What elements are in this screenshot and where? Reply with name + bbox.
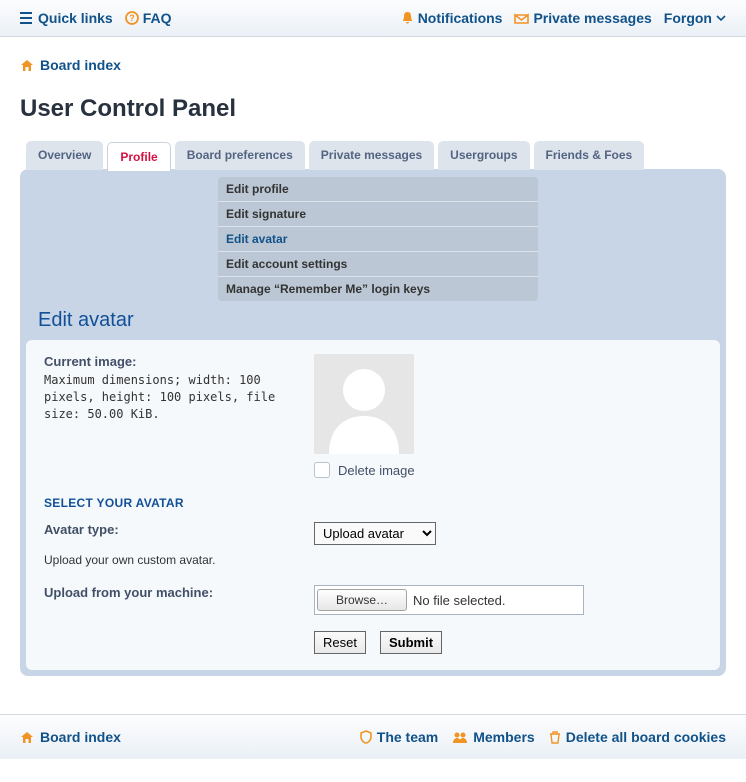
avatar-type-controlcol: Upload avatar bbox=[314, 522, 702, 545]
delete-cookies-link[interactable]: Delete all board cookies bbox=[549, 729, 726, 745]
current-image-labelcol: Current image: Maximum dimensions; width… bbox=[44, 354, 314, 478]
question-icon: ? bbox=[125, 11, 139, 25]
faq-label: FAQ bbox=[143, 10, 172, 26]
caret-down-icon bbox=[716, 15, 726, 21]
tab-profile[interactable]: Profile bbox=[107, 142, 170, 171]
faq-link[interactable]: ? FAQ bbox=[125, 10, 172, 26]
subnav-edit-avatar[interactable]: Edit avatar bbox=[218, 227, 538, 252]
upload-row: Upload from your machine: Browse… No fil… bbox=[44, 585, 702, 615]
subnav-edit-account[interactable]: Edit account settings bbox=[218, 252, 538, 277]
avatar-type-row: Avatar type: Upload avatar bbox=[44, 522, 702, 545]
breadcrumb[interactable]: Board index bbox=[20, 57, 726, 73]
current-image-label: Current image: bbox=[44, 354, 314, 369]
bell-icon bbox=[401, 11, 414, 25]
form-buttons: Reset Submit bbox=[314, 631, 702, 654]
top-navbar: Quick links ? FAQ Notifications Private … bbox=[0, 0, 746, 37]
select-avatar-header: SELECT YOUR AVATAR bbox=[44, 496, 702, 510]
delete-image-label: Delete image bbox=[338, 463, 415, 478]
profile-subnav: Edit profile Edit signature Edit avatar … bbox=[218, 177, 538, 301]
username-label: Forgon bbox=[664, 10, 712, 26]
page-title: User Control Panel bbox=[20, 95, 726, 123]
svg-text:?: ? bbox=[129, 13, 135, 23]
upload-controlcol: Browse… No file selected. bbox=[314, 585, 702, 615]
footer-breadcrumb-label: Board index bbox=[40, 729, 121, 745]
subnav-remember-me[interactable]: Manage “Remember Me” login keys bbox=[218, 277, 538, 301]
shield-icon bbox=[360, 730, 372, 744]
reset-button[interactable]: Reset bbox=[314, 631, 366, 654]
top-navbar-right: Notifications Private messages Forgon bbox=[401, 10, 726, 26]
upload-label: Upload from your machine: bbox=[44, 585, 314, 600]
subnav-edit-signature[interactable]: Edit signature bbox=[218, 202, 538, 227]
footer-navbar: Board index The team Members Delete all … bbox=[0, 714, 746, 759]
main-content: Board index User Control Panel Overview … bbox=[0, 37, 746, 696]
tab-friends-foes[interactable]: Friends & Foes bbox=[534, 141, 645, 170]
bars-icon bbox=[20, 12, 34, 24]
breadcrumb-label: Board index bbox=[40, 57, 121, 73]
current-image-row: Current image: Maximum dimensions; width… bbox=[44, 354, 702, 478]
avatar-placeholder-icon bbox=[314, 354, 414, 454]
quick-links-menu[interactable]: Quick links bbox=[20, 10, 113, 26]
delete-image-row: Delete image bbox=[314, 462, 702, 478]
members-link[interactable]: Members bbox=[452, 729, 534, 745]
section-title: Edit avatar bbox=[38, 309, 720, 332]
subnav-edit-profile[interactable]: Edit profile bbox=[218, 177, 538, 202]
notifications-label: Notifications bbox=[418, 10, 503, 26]
footer-right: The team Members Delete all board cookie… bbox=[350, 729, 726, 745]
user-menu[interactable]: Forgon bbox=[664, 10, 726, 26]
delete-cookies-label: Delete all board cookies bbox=[566, 729, 726, 745]
team-label: The team bbox=[377, 729, 438, 745]
footer-breadcrumb[interactable]: Board index bbox=[20, 729, 121, 745]
avatar-preview bbox=[314, 354, 414, 454]
delete-image-checkbox[interactable] bbox=[314, 462, 330, 478]
avatar-type-hint: Upload your own custom avatar. bbox=[44, 553, 702, 567]
pm-link[interactable]: Private messages bbox=[514, 10, 651, 26]
avatar-type-labelcol: Avatar type: bbox=[44, 522, 314, 545]
avatar-type-select[interactable]: Upload avatar bbox=[314, 522, 436, 545]
tab-overview[interactable]: Overview bbox=[26, 141, 103, 170]
tab-private-messages[interactable]: Private messages bbox=[309, 141, 434, 170]
members-label: Members bbox=[473, 729, 534, 745]
top-navbar-left: Quick links ? FAQ bbox=[20, 10, 171, 26]
home-icon bbox=[20, 59, 34, 72]
file-status: No file selected. bbox=[413, 593, 506, 608]
pm-label: Private messages bbox=[533, 10, 651, 26]
tab-board-preferences[interactable]: Board preferences bbox=[175, 141, 305, 170]
trash-icon bbox=[549, 730, 561, 744]
team-link[interactable]: The team bbox=[360, 729, 438, 745]
submit-button[interactable]: Submit bbox=[380, 631, 442, 654]
home-icon bbox=[20, 731, 34, 744]
ucp-panel: Edit profile Edit signature Edit avatar … bbox=[20, 169, 726, 676]
inbox-icon bbox=[514, 12, 529, 24]
current-image-desc: Maximum dimensions; width: 100 pixels, h… bbox=[44, 372, 314, 422]
ucp-tabs: Overview Profile Board preferences Priva… bbox=[26, 141, 726, 170]
file-input[interactable]: Browse… No file selected. bbox=[314, 585, 584, 615]
current-image-controlcol: Delete image bbox=[314, 354, 702, 478]
avatar-type-label: Avatar type: bbox=[44, 522, 314, 537]
browse-button[interactable]: Browse… bbox=[317, 589, 407, 611]
upload-labelcol: Upload from your machine: bbox=[44, 585, 314, 615]
form-inner: Current image: Maximum dimensions; width… bbox=[26, 340, 720, 670]
users-icon bbox=[452, 731, 468, 744]
tab-usergroups[interactable]: Usergroups bbox=[438, 141, 529, 170]
notifications-link[interactable]: Notifications bbox=[401, 10, 503, 26]
quick-links-label: Quick links bbox=[38, 10, 113, 26]
